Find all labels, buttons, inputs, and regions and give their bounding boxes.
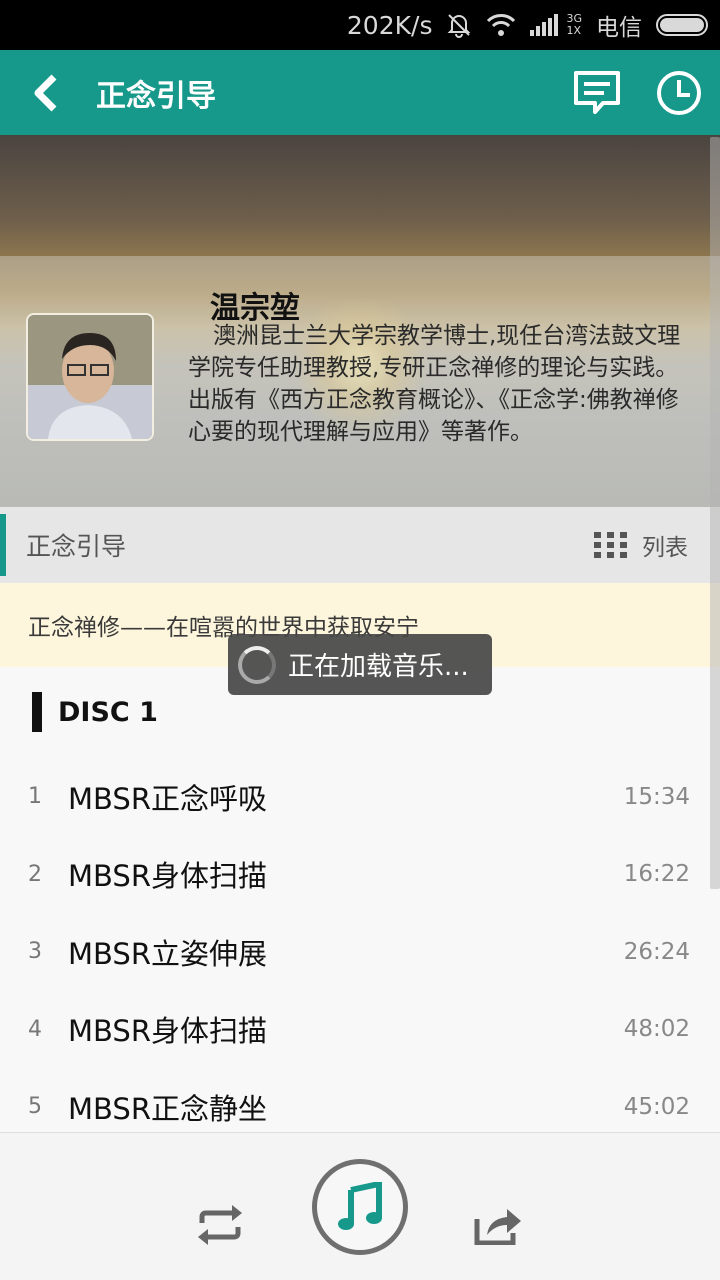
track-list: 1 MBSR正念呼吸 15:34 2 MBSR身体扫描 16:22 3 MBSR… — [0, 758, 710, 1146]
track-duration: 16:22 — [623, 861, 690, 888]
track-duration: 45:02 — [623, 1093, 690, 1120]
section-title: 正念引导 — [26, 532, 127, 561]
track-number: 3 — [28, 939, 42, 965]
chevron-left-icon — [34, 74, 57, 111]
grid-list-icon — [594, 532, 627, 558]
back-button[interactable] — [0, 50, 90, 135]
disc-header: DISC 1 — [32, 692, 158, 732]
clock-icon — [657, 70, 701, 115]
share-button[interactable] — [468, 1195, 528, 1255]
app-bar: 正念引导 — [0, 50, 720, 135]
disc-marker — [32, 692, 42, 732]
author-bio: 澳洲昆士兰大学宗教学博士,现任台湾法鼓文理学院专任助理教授,专研正念禅修的理论与… — [188, 323, 681, 445]
track-duration: 15:34 — [623, 783, 690, 810]
battery-icon — [656, 14, 708, 36]
network-type: 3G 1X — [566, 12, 582, 37]
disc-label: DISC 1 — [58, 696, 158, 728]
list-view-label: 列表 — [642, 535, 688, 561]
track-duration: 48:02 — [623, 1016, 690, 1043]
author-avatar — [26, 313, 154, 441]
track-number: 1 — [28, 784, 42, 810]
loading-toast: 正在加载音乐... — [228, 634, 492, 695]
network-speed: 202K/s — [346, 10, 433, 40]
track-title: MBSR身体扫描 — [68, 859, 267, 894]
comment-icon — [574, 70, 620, 114]
track-row[interactable]: 3 MBSR立姿伸展 26:24 — [0, 913, 710, 991]
page-title: 正念引导 — [96, 78, 216, 114]
status-bar: 202K/s 3G 1X 电信 — [0, 0, 720, 50]
comment-button[interactable] — [556, 50, 638, 135]
carrier-name: 电信 — [596, 15, 642, 41]
track-title: MBSR身体扫描 — [68, 1014, 267, 1049]
track-duration: 26:24 — [623, 938, 690, 965]
wifi-icon — [486, 13, 516, 37]
track-row[interactable]: 2 MBSR身体扫描 16:22 — [0, 836, 710, 914]
history-button[interactable] — [638, 50, 720, 135]
repeat-button[interactable] — [190, 1195, 250, 1255]
list-view-button[interactable]: 列表 — [594, 528, 688, 562]
track-number: 4 — [28, 1016, 42, 1042]
scrollbar[interactable] — [710, 137, 720, 889]
repeat-icon — [198, 1205, 242, 1245]
track-row[interactable]: 1 MBSR正念呼吸 15:34 — [0, 758, 710, 836]
track-title: MBSR立姿伸展 — [68, 936, 267, 971]
track-title: MBSR正念静坐 — [68, 1091, 267, 1126]
player-bar — [0, 1132, 720, 1280]
track-number: 2 — [28, 861, 42, 887]
loading-text: 正在加载音乐... — [288, 652, 469, 682]
signal-icon — [530, 14, 559, 36]
track-title: MBSR正念呼吸 — [68, 781, 267, 816]
music-note-icon — [338, 1182, 382, 1230]
loading-spinner-icon — [238, 645, 276, 684]
share-icon — [474, 1209, 521, 1245]
track-row[interactable]: 4 MBSR身体扫描 48:02 — [0, 991, 710, 1069]
section-accent — [0, 514, 6, 576]
track-number: 5 — [28, 1094, 42, 1120]
section-header: 正念引导 列表 — [0, 507, 720, 583]
play-button[interactable] — [312, 1159, 408, 1255]
author-hero: 温宗堃 澳洲昆士兰大学宗教学博士,现任台湾法鼓文理学院专任助理教授,专研正念禅修… — [0, 135, 720, 507]
mute-bell-icon — [446, 12, 472, 38]
